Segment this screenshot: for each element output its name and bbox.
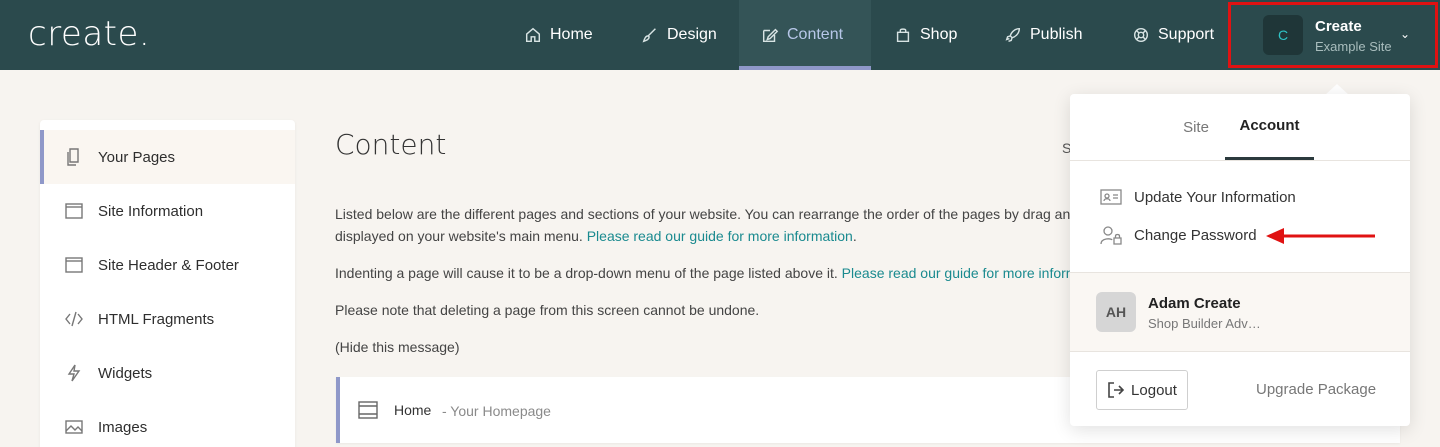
bag-icon: [896, 28, 910, 43]
sidebar-item-label: Images: [98, 418, 148, 436]
update-information-link[interactable]: Update Your Information: [1100, 186, 1296, 208]
sidebar-item-your-pages[interactable]: Your Pages: [40, 130, 295, 184]
upgrade-package-link[interactable]: Upgrade Package: [1256, 381, 1376, 398]
user-lock-icon: [1100, 226, 1122, 245]
home-icon: [525, 27, 541, 43]
user-name: Adam Create: [1148, 295, 1241, 312]
tab-site[interactable]: Site: [1156, 94, 1236, 160]
user-role: Shop Builder Adv…: [1148, 316, 1261, 331]
guide-link-2[interactable]: Please read our guide for more inform: [842, 265, 1075, 281]
nav-content-label: Content: [787, 26, 844, 43]
sidebar-item-widgets[interactable]: Widgets: [40, 346, 295, 400]
user-avatar: AH: [1096, 292, 1136, 332]
logout-button[interactable]: Logout: [1096, 370, 1188, 410]
lifebuoy-icon: [1133, 27, 1149, 43]
code-icon: [65, 311, 83, 327]
nav-content[interactable]: Content: [739, 0, 871, 70]
brush-icon: [642, 28, 656, 43]
nav-publish[interactable]: Publish: [982, 0, 1104, 70]
dropdown-divider: [1070, 160, 1410, 161]
page-row-name: Home: [394, 402, 432, 418]
page-row-subtitle: - Your Homepage: [442, 403, 551, 419]
logout-label: Logout: [1131, 381, 1177, 399]
account-highlight-box: [1228, 2, 1438, 68]
nav-design[interactable]: Design: [619, 0, 739, 70]
edit-icon: [762, 28, 779, 43]
indent-paragraph: Indenting a page will cause it to be a d…: [335, 262, 1075, 284]
sidebar-item-label: Your Pages: [98, 148, 176, 166]
page-title: Content: [335, 128, 447, 161]
dropdown-divider: [1070, 351, 1410, 352]
intro-paragraph: Listed below are the different pages and…: [335, 203, 1075, 247]
image-icon: [65, 420, 83, 434]
page-layout-icon: [358, 401, 378, 419]
window-icon: [65, 203, 83, 219]
nav-home[interactable]: Home: [502, 0, 615, 70]
guide-link[interactable]: Please read our guide for more informati…: [587, 228, 853, 244]
nav-shop[interactable]: Shop: [872, 0, 979, 70]
sidebar-item-label: Site Information: [98, 202, 204, 220]
tab-account[interactable]: Account: [1225, 94, 1314, 160]
hide-message-link[interactable]: (Hide this message): [335, 336, 1075, 358]
logout-icon: [1108, 382, 1125, 398]
intro-line-2: displayed on your website's main menu. P…: [335, 225, 1075, 247]
intro-line-2-tail: .: [852, 228, 857, 244]
sidebar-item-label: Site Header & Footer: [98, 256, 239, 274]
change-password-link[interactable]: Change Password: [1100, 224, 1257, 246]
annotation-arrow-icon: [1266, 228, 1375, 244]
nav-publish-label: Publish: [1030, 26, 1083, 43]
nav-support[interactable]: Support: [1110, 0, 1236, 70]
window-icon: [65, 257, 83, 273]
content-sidebar: Your Pages Site Information Site Header …: [40, 120, 295, 447]
update-information-label: Update Your Information: [1134, 188, 1296, 206]
id-card-icon: [1100, 189, 1122, 205]
rocket-icon: [1005, 27, 1021, 42]
top-nav-bar: create. Home Design Content Shop Publish…: [0, 0, 1440, 70]
lightning-icon: [67, 364, 81, 382]
brand-logo[interactable]: create.: [28, 14, 150, 54]
sidebar-item-images[interactable]: Images: [40, 400, 295, 447]
sidebar-item-site-information[interactable]: Site Information: [40, 184, 295, 238]
sidebar-item-label: Widgets: [98, 364, 153, 382]
delete-warning: Please note that deleting a page from th…: [335, 302, 760, 318]
nav-shop-label: Shop: [920, 26, 958, 43]
pages-icon: [67, 148, 79, 166]
sidebar-item-label: HTML Fragments: [98, 310, 215, 328]
nav-home-label: Home: [550, 26, 593, 43]
dropdown-user-card: AH Adam Create Shop Builder Adv…: [1070, 273, 1410, 351]
sidebar-item-header-footer[interactable]: Site Header & Footer: [40, 238, 295, 292]
nav-design-label: Design: [667, 26, 717, 43]
nav-support-label: Support: [1158, 26, 1215, 43]
account-dropdown: Site Account Update Your Information Cha…: [1070, 94, 1410, 426]
change-password-label: Change Password: [1134, 226, 1257, 244]
intro-line-2-text: displayed on your website's main menu.: [335, 228, 587, 244]
indent-text: Indenting a page will cause it to be a d…: [335, 265, 842, 281]
sidebar-item-html-fragments[interactable]: HTML Fragments: [40, 292, 295, 346]
intro-line-1: Listed below are the different pages and…: [335, 206, 1075, 222]
